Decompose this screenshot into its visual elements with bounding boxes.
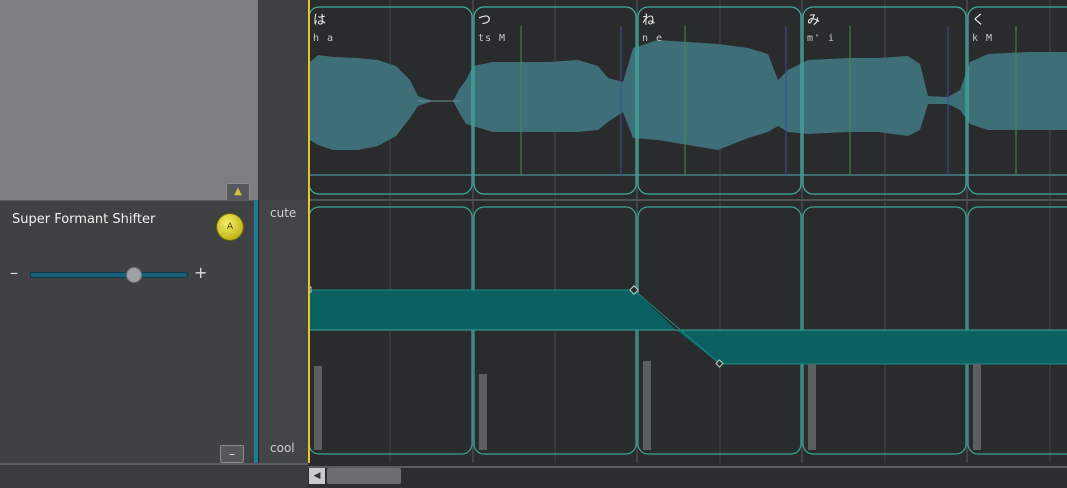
note-phonemes: m' i (807, 33, 836, 44)
collapse-minus-button[interactable]: – (220, 445, 244, 463)
scroll-left-button[interactable]: ◀ (309, 468, 325, 484)
slider-plus-button[interactable]: + (194, 263, 207, 282)
track-header-area (0, 0, 258, 200)
note-phonemes: ts M (478, 33, 507, 44)
waveform (310, 40, 1067, 150)
note-lyric: み (807, 13, 821, 28)
parameter-scale-column (258, 200, 309, 463)
waveform-scale-column (258, 0, 308, 200)
note-phonemes: h a (313, 33, 335, 44)
collapse-up-button[interactable]: ▲ (226, 183, 250, 201)
slider-minus-button[interactable]: – (10, 263, 18, 282)
note-lyric: ね (642, 13, 656, 28)
editor-area[interactable]: は h a つ ts M ね n e み m' i く k M (308, 0, 1067, 463)
bottom-left-bar (0, 463, 308, 488)
note-lyric: は (313, 13, 327, 28)
scroll-thumb[interactable] (327, 468, 401, 484)
horizontal-scrollbar[interactable] (308, 466, 1067, 488)
note-lyric: つ (478, 13, 492, 28)
scale-top-label: cute (270, 206, 297, 220)
editor-canvas[interactable] (308, 0, 1067, 463)
note-lyric: く (972, 13, 986, 28)
note-phonemes: k M (972, 33, 994, 44)
note-phonemes: n e (642, 33, 664, 44)
parameter-slider-track[interactable] (30, 272, 188, 278)
parameter-curve (308, 290, 1067, 364)
auto-button[interactable]: A (217, 214, 243, 240)
parameter-name: Super Formant Shifter (12, 212, 156, 227)
parameter-panel (0, 200, 254, 464)
scale-bottom-label: cool (270, 441, 295, 455)
